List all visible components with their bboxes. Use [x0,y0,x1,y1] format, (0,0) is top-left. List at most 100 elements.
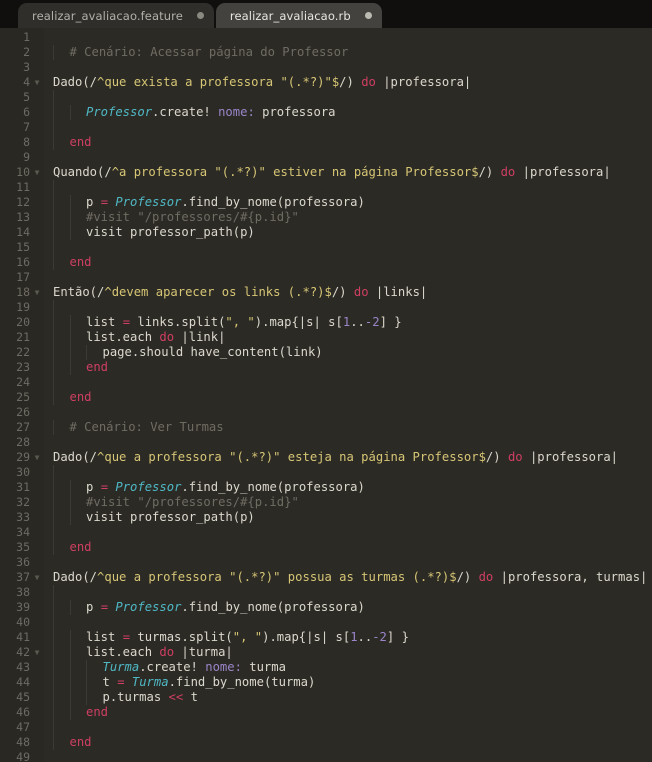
code-line-text: #visit "/professores/#{p.id}" [44,495,652,510]
code-token-com: #visit "/professores/#{p.id}" [86,495,299,509]
code-line[interactable]: 12 p = Professor.find_by_nome(professora) [0,195,652,210]
fold-arrow-icon[interactable]: ▼ [30,645,44,660]
code-line[interactable]: 33 visit professor_path(p) [0,510,652,525]
code-line[interactable]: 10 ▼ Quando(/^a professora "(.*?)" estiver… [0,165,652,180]
editor-tab[interactable]: realizar_avaliacao.feature [18,3,214,28]
line-number: 17 [16,270,30,284]
code-line[interactable]: 18 ▼ Então(/^devem aparecer os links (.*?)… [0,285,652,300]
fold-arrow-icon[interactable]: ▼ [30,165,44,180]
fold-arrow-icon[interactable]: ▼ [30,285,44,300]
code-token-kw: end [69,390,92,404]
code-token-plain: .create! [152,105,219,119]
indent-guide [53,540,54,555]
code-token-plain: turmas.split( [130,630,233,644]
code-token-plain: |link| [174,330,226,344]
code-line-text: p = Professor.find_by_nome(professora) [44,480,652,495]
code-line[interactable]: 16 end [0,255,652,270]
tab-modified-dot-icon[interactable] [364,12,372,19]
code-line[interactable]: 5 [0,90,652,105]
code-line[interactable]: 21 list.each do |link| [0,330,652,345]
code-line-text [44,240,652,255]
tab-bar: realizar_avaliacao.feature realizar_avali… [0,0,652,28]
code-line[interactable]: 39 p = Professor.find_by_nome(professora) [0,600,652,615]
code-line[interactable]: 19 [0,300,652,315]
code-token-plain: |professora| [522,450,619,464]
code-line[interactable]: 35 end [0,540,652,555]
code-token-str: ^que a professora "(.*?)" possua as turm… [97,570,457,584]
line-number: 28 [16,435,30,449]
indent-guide [53,330,54,345]
code-line[interactable]: 14 visit professor_path(p) [0,225,652,240]
tab-modified-dot-icon[interactable] [196,12,204,19]
code-line[interactable]: 7 [0,120,652,135]
code-line[interactable]: 44 t = Turma.find_by_nome(turma) [0,675,652,690]
code-token-num: -2 [372,630,387,644]
code-line[interactable]: 40 [0,615,652,630]
code-line[interactable]: 1 [0,30,652,45]
code-line-text: t = Turma.find_by_nome(turma) [44,675,652,690]
fold-arrow-icon[interactable]: ▼ [30,450,44,465]
fold-arrow-icon[interactable]: ▼ [30,570,44,585]
code-token-kw: do [159,330,175,344]
code-line-text [44,90,652,105]
code-line[interactable]: 2 # Cenário: Acessar página do Professor [0,45,652,60]
code-token-plain: links.split( [130,315,226,329]
code-line-text [44,120,652,135]
code-content[interactable]: 1 2 # Cenário: Acessar página do Professor… [0,28,652,762]
code-line[interactable]: 9 [0,150,652,165]
code-token-const: Professor [115,195,182,209]
code-line[interactable]: 43 Turma.create! nome: turma [0,660,652,675]
code-line[interactable]: 45 p.turmas << t [0,690,652,705]
line-number: 9 [23,150,30,164]
code-line[interactable]: 6 Professor.create! nome: professora [0,105,652,120]
code-line[interactable]: 32 #visit "/professores/#{p.id}" [0,495,652,510]
code-line[interactable]: 29 ▼ Dado(/^que a professora "(.*?)" estej… [0,450,652,465]
code-line[interactable]: 3 [0,60,652,75]
code-line[interactable]: 36 [0,555,652,570]
code-token-op: = [122,630,131,644]
code-line[interactable]: 38 [0,585,652,600]
code-line[interactable]: 24 [0,375,652,390]
code-line-text [44,300,652,315]
code-line[interactable]: 49 [0,750,652,762]
code-line[interactable]: 47 [0,720,652,735]
line-number: 27 [16,420,30,434]
line-number: 2 [23,45,30,59]
code-line[interactable]: 41 list = turmas.split(", ").map{|s| s[1.… [0,630,652,645]
code-line[interactable]: 42 ▼ list.each do |turma| [0,645,652,660]
code-line[interactable]: 31 p = Professor.find_by_nome(professora) [0,480,652,495]
code-editor-pane[interactable]: 1 2 # Cenário: Acessar página do Professor… [0,28,652,762]
line-number: 48 [16,735,30,749]
code-line[interactable]: 27 # Cenário: Ver Turmas [0,420,652,435]
code-line[interactable]: 25 end [0,390,652,405]
code-line[interactable]: 20 list = links.split(", ").map{|s| s[1..… [0,315,652,330]
code-line[interactable]: 37 ▼ Dado(/^que a professora "(.*?)" possu… [0,570,652,585]
code-line[interactable]: 4 ▼ Dado(/^que exista a professora "(.*?)"… [0,75,652,90]
code-line[interactable]: 28 [0,435,652,450]
code-line[interactable]: 26 [0,405,652,420]
indent-guide [53,465,54,480]
fold-arrow-icon[interactable]: ▼ [30,75,44,90]
code-line[interactable]: 34 [0,525,652,540]
editor-tab[interactable]: realizar_avaliacao.rb [215,3,382,28]
code-token-plain: |turma| [174,645,233,659]
code-line[interactable]: 48 end [0,735,652,750]
code-line[interactable]: 23 end [0,360,652,375]
code-token-plain: list [86,630,123,644]
code-token-plain: ] } [379,315,402,329]
code-line[interactable]: 46 end [0,705,652,720]
code-line[interactable]: 13 #visit "/professores/#{p.id}" [0,210,652,225]
code-line[interactable]: 30 [0,465,652,480]
code-line[interactable]: 15 [0,240,652,255]
code-line-text [44,720,652,735]
code-token-const: Turma [102,660,140,674]
code-line[interactable]: 17 [0,270,652,285]
code-line[interactable]: 8 end [0,135,652,150]
code-line[interactable]: 22 page.should have_content(link) [0,345,652,360]
line-number: 11 [16,180,30,194]
indent-guide [69,495,71,510]
code-line[interactable]: 11 [0,180,652,195]
indent-guide [86,660,87,675]
